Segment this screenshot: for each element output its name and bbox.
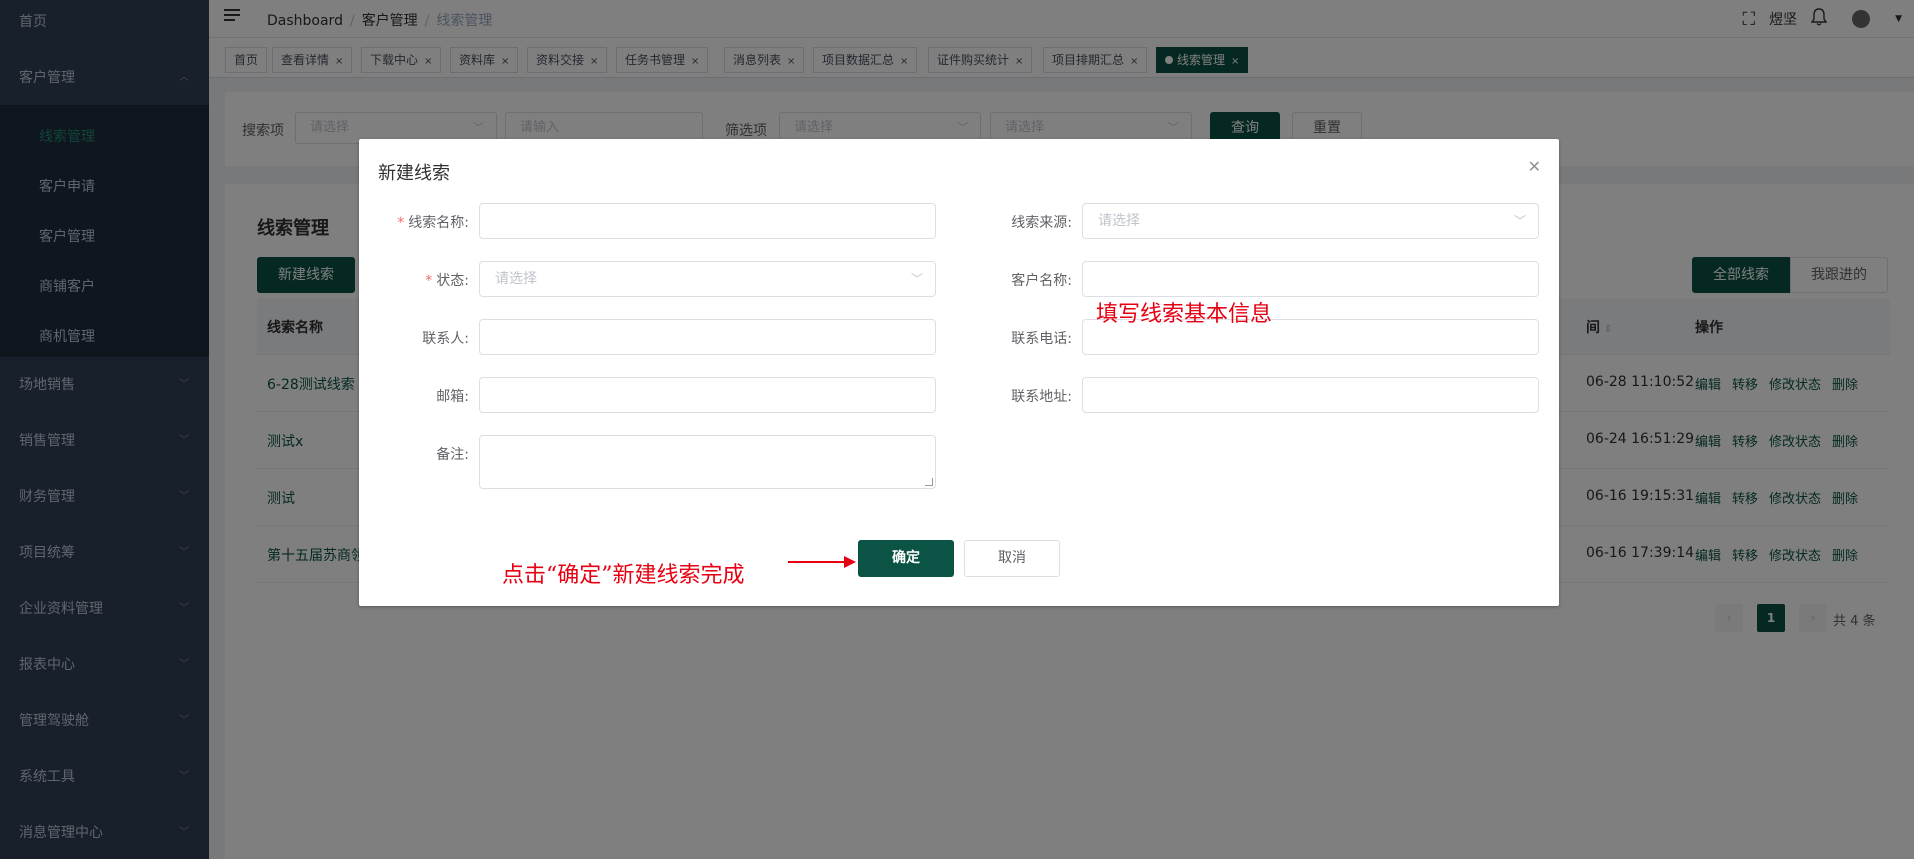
select-placeholder: 请选择 (1098, 213, 1140, 229)
field-label: 联系地址: (1011, 389, 1072, 405)
email-input[interactable] (479, 377, 936, 413)
field-label: 备注: (436, 447, 469, 463)
confirm-button[interactable]: 确定 (858, 540, 954, 577)
arrow-right-icon (844, 556, 856, 568)
field-label: 线索来源: (1011, 215, 1072, 231)
remark-textarea[interactable] (479, 435, 936, 489)
chevron-down-icon: ﹀ (1513, 214, 1526, 228)
field-label: 联系电话: (1011, 331, 1072, 347)
status-select[interactable]: 请选择 ﹀ (479, 261, 936, 297)
annotation-fill-info: 填写线索基本信息 (1096, 302, 1273, 327)
lead-source-select[interactable]: 请选择 ﹀ (1082, 203, 1539, 239)
field-label: 邮箱: (436, 389, 469, 405)
field-label: 客户名称: (1011, 273, 1072, 289)
cancel-button[interactable]: 取消 (964, 540, 1060, 577)
annotation-arrow (788, 561, 846, 563)
chevron-down-icon: ﹀ (910, 272, 923, 286)
field-label: * 状态: (425, 273, 469, 289)
field-label: 联系人: (422, 331, 469, 347)
contact-person-input[interactable] (479, 319, 936, 355)
resize-handle-icon[interactable] (925, 478, 933, 486)
customer-name-input[interactable] (1082, 261, 1539, 297)
close-icon[interactable]: ✕ (1528, 157, 1541, 176)
new-lead-dialog: 新建线索 ✕ * 线索名称: 线索来源: 请选择 ﹀ * 状态: 请选择 ﹀ 客户名称:… (359, 139, 1559, 606)
dialog-title: 新建线索 (378, 163, 450, 184)
lead-name-input[interactable] (479, 203, 936, 239)
address-input[interactable] (1082, 377, 1539, 413)
annotation-click-confirm: 点击“确定”新建线索完成 (502, 563, 745, 588)
field-label: * 线索名称: (397, 215, 469, 231)
select-placeholder: 请选择 (495, 271, 537, 287)
